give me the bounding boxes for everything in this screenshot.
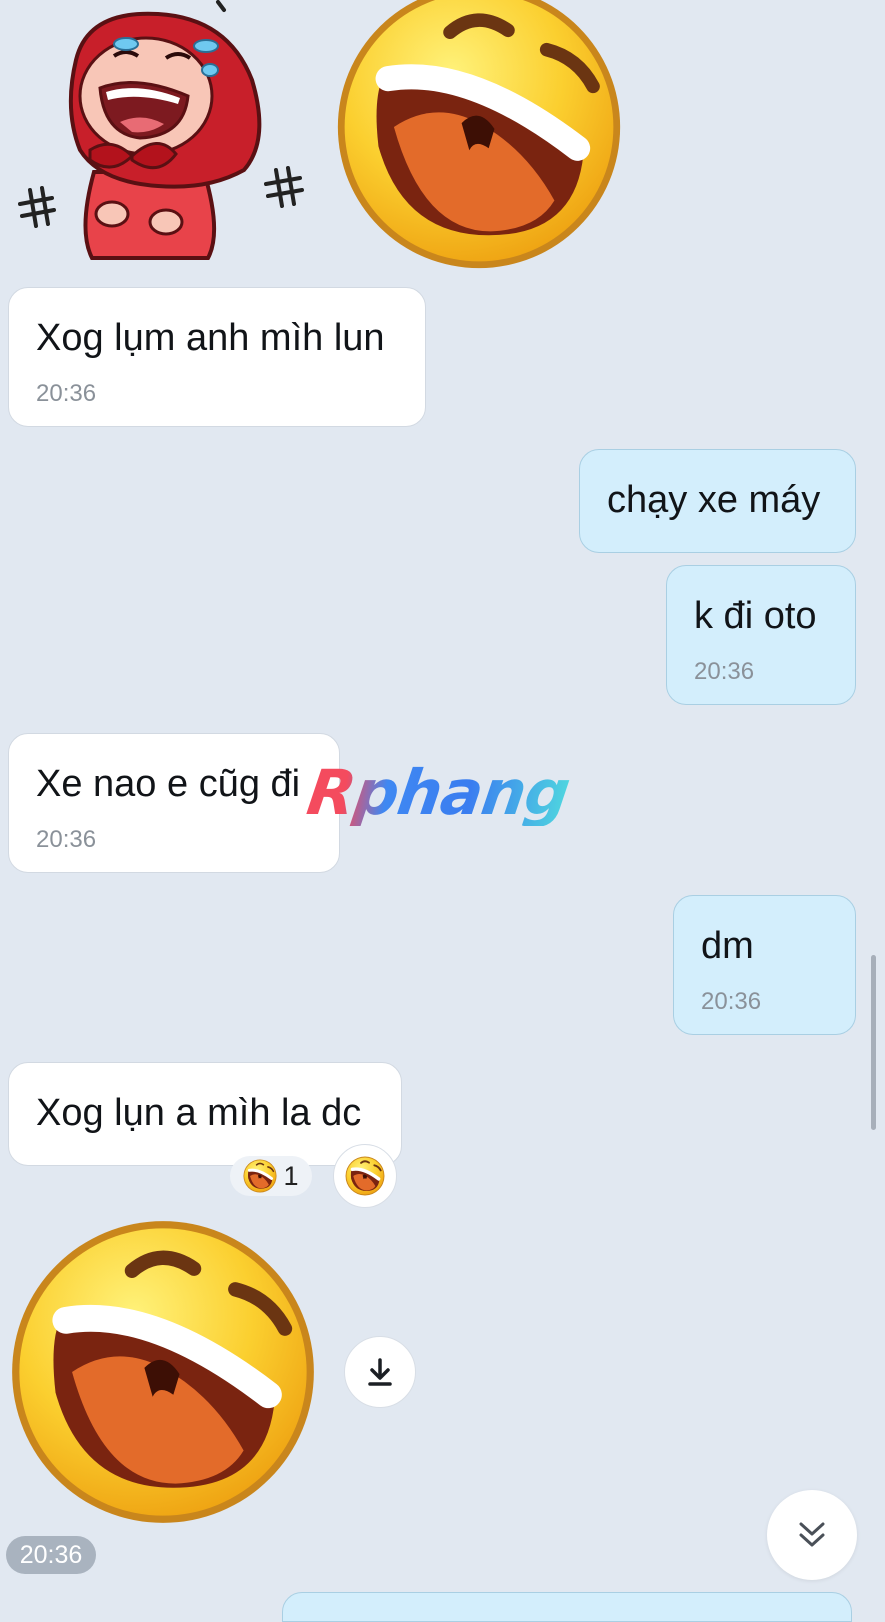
download-button[interactable] — [344, 1336, 416, 1408]
message-text: dm — [701, 925, 754, 967]
message-bubble-outgoing[interactable]: chạy xe máy — [579, 449, 856, 553]
add-reaction-button[interactable] — [333, 1144, 397, 1208]
message-text: k đi oto — [694, 595, 817, 637]
message-bubble-incoming[interactable]: Xe nao e cũg đi 20:36 — [8, 733, 340, 873]
message-time: 20:36 — [701, 988, 762, 1015]
message-bubble-outgoing[interactable]: dm 20:36 — [673, 895, 856, 1035]
laughing-face-icon — [326, 0, 632, 272]
message-bubble-incoming[interactable]: Xog lụm anh mìh lun 20:36 — [8, 287, 426, 427]
crying-laughing-girl-icon — [18, 0, 304, 260]
laughing-face-sticker-bottom[interactable] — [8, 1217, 318, 1527]
message-text: Xe nao e cũg đi — [36, 763, 301, 805]
reaction-count-pill[interactable]: 1 — [230, 1156, 312, 1196]
message-time: 20:36 — [694, 658, 755, 685]
laughing-face-icon — [8, 1217, 318, 1527]
message-bubble-outgoing[interactable]: k đi oto 20:36 — [666, 565, 856, 705]
girl-laughing-sticker[interactable] — [8, 0, 308, 262]
sticker-time-badge: 20:36 — [6, 1536, 96, 1574]
double-chevron-down-icon — [799, 1522, 825, 1547]
message-time: 20:36 — [36, 826, 97, 853]
message-text: chạy xe máy — [607, 479, 821, 521]
download-icon — [368, 1358, 392, 1386]
watermark-logo: Rphang — [302, 756, 574, 829]
reaction-count: 1 — [283, 1160, 299, 1191]
message-time: 20:36 — [36, 380, 97, 407]
scroll-to-bottom-button[interactable] — [767, 1490, 857, 1580]
message-text: Xog lụm anh mìh lun — [36, 317, 385, 359]
message-text: Xog lụn a mìh la dc — [36, 1092, 362, 1134]
laughing-face-icon — [345, 1156, 385, 1196]
message-bubble-incoming[interactable]: Xog lụn a mìh la dc — [8, 1062, 402, 1166]
laughing-face-sticker-top[interactable] — [326, 0, 632, 272]
message-bubble-outgoing-partial[interactable] — [282, 1592, 852, 1622]
laughing-face-icon — [243, 1159, 277, 1193]
scrollbar-thumb[interactable] — [871, 955, 876, 1130]
